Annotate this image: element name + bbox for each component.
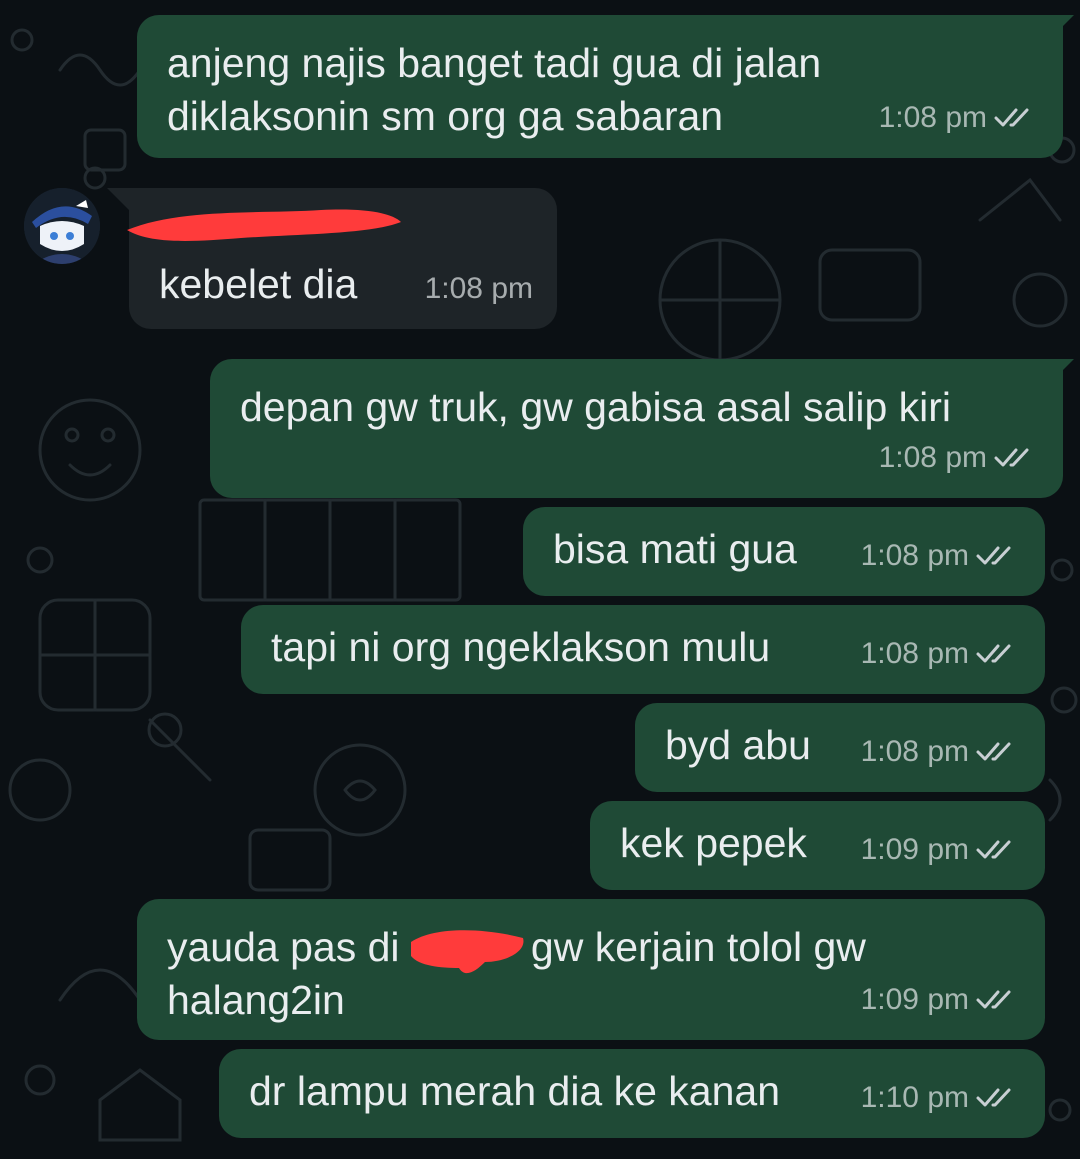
double-check-icon xyxy=(976,990,1011,1008)
message-bubble-outgoing[interactable]: anjeng najis banget tadi gua di jalan di… xyxy=(137,15,1063,158)
double-check-icon xyxy=(976,644,1011,662)
message-meta: 1:08 pm xyxy=(861,627,1019,680)
double-check-icon xyxy=(976,742,1011,760)
contact-avatar[interactable] xyxy=(24,188,100,264)
message-time: 1:09 pm xyxy=(860,983,969,1016)
double-check-icon xyxy=(994,448,1029,466)
redacted-place xyxy=(410,930,531,974)
double-check-icon xyxy=(976,1088,1011,1106)
message-bubble-outgoing[interactable]: depan gw truk, gw gabisa asal salip kiri… xyxy=(210,359,1063,498)
message-meta: 1:08 pm xyxy=(861,725,1019,778)
message-time: 1:09 pm xyxy=(860,833,969,866)
avatar-illustration xyxy=(24,188,100,264)
message-meta: 1:10 pm xyxy=(861,1071,1019,1124)
message-bubble-outgoing[interactable]: dr lampu merah dia ke kanan 1:10 pm xyxy=(219,1049,1045,1138)
message-text: depan gw truk, gw gabisa asal salip kiri xyxy=(240,384,952,430)
message-meta: 1:08 pm xyxy=(861,529,1019,582)
message-bubble-outgoing[interactable]: yauda pas di gw kerjain tolol gw halang2… xyxy=(137,899,1045,1040)
double-check-icon xyxy=(994,108,1029,126)
message-bubble-outgoing[interactable]: tapi ni org ngeklakson mulu 1:08 pm xyxy=(241,605,1045,694)
message-time: 1:08 pm xyxy=(860,637,969,670)
message-meta: 1:08 pm xyxy=(425,262,533,315)
message-bubble-outgoing[interactable]: kek pepek 1:09 pm xyxy=(590,801,1045,890)
message-time: 1:08 pm xyxy=(860,539,969,572)
message-bubble-outgoing[interactable]: byd abu 1:08 pm xyxy=(635,703,1045,792)
message-bubble-outgoing[interactable]: bisa mati gua 1:08 pm xyxy=(523,507,1045,596)
message-bubble-incoming[interactable]: kebelet dia 1:08 pm xyxy=(127,188,557,329)
message-time: 1:08 pm xyxy=(424,272,533,305)
message-text-before: yauda pas di xyxy=(167,924,411,970)
message-meta: 1:09 pm xyxy=(861,973,1019,1026)
message-time: 1:08 pm xyxy=(878,441,987,474)
message-time: 1:10 pm xyxy=(860,1081,969,1114)
message-meta: 1:08 pm xyxy=(879,431,1037,484)
double-check-icon xyxy=(976,840,1011,858)
double-check-icon xyxy=(976,546,1011,564)
message-time: 1:08 pm xyxy=(860,735,969,768)
redacted-sender-name xyxy=(127,209,401,241)
message-meta: 1:09 pm xyxy=(861,823,1019,876)
message-time: 1:08 pm xyxy=(878,101,987,134)
message-meta: 1:08 pm xyxy=(879,91,1037,144)
